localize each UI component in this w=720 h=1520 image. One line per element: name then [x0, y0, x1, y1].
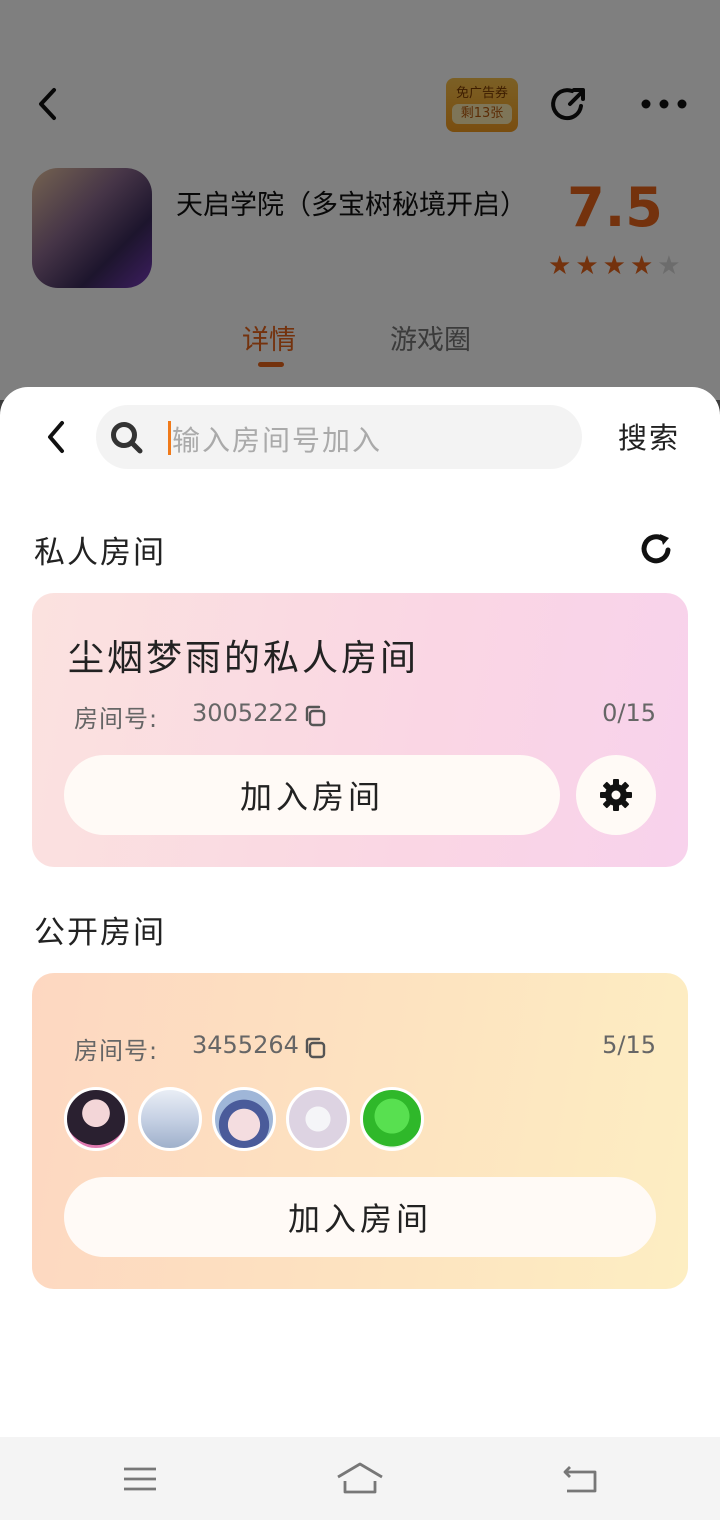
- room-occupancy: 5/15: [602, 1031, 656, 1059]
- refresh-icon: [641, 534, 671, 564]
- refresh-button[interactable]: [636, 529, 676, 569]
- room-settings-button[interactable]: [576, 755, 656, 835]
- home-button[interactable]: [332, 1457, 388, 1499]
- avatar[interactable]: [138, 1087, 202, 1151]
- avatar[interactable]: [64, 1087, 128, 1151]
- text-caret: [168, 421, 171, 455]
- room-search-input[interactable]: 输入房间号加入: [96, 405, 582, 469]
- avatar[interactable]: [360, 1087, 424, 1151]
- chevron-left-icon: [48, 421, 64, 453]
- room-name: 尘烟梦雨的私人房间: [68, 638, 420, 679]
- private-rooms-title: 私人房间: [34, 535, 166, 571]
- room-id-label: 房间号:: [74, 705, 159, 733]
- room-sheet: 输入房间号加入 搜索 私人房间 尘烟梦雨的私人房间 房间号: 3005222 0…: [0, 387, 720, 1437]
- public-room-card: 房间号: 3455264 5/15 加入房间: [32, 973, 688, 1289]
- search-icon: [111, 422, 143, 454]
- room-id: 3005222: [192, 699, 299, 727]
- avatar[interactable]: [286, 1087, 350, 1151]
- search-placeholder: 输入房间号加入: [172, 424, 383, 457]
- gear-icon: [600, 779, 632, 811]
- home-icon: [337, 1462, 383, 1494]
- system-nav-bar: [0, 1437, 720, 1520]
- private-room-card: 尘烟梦雨的私人房间 房间号: 3005222 0/15 加入房间: [32, 593, 688, 867]
- room-id: 3455264: [192, 1031, 299, 1059]
- avatar[interactable]: [212, 1087, 276, 1151]
- join-room-button[interactable]: 加入房间: [64, 755, 560, 835]
- room-id-label: 房间号:: [74, 1037, 159, 1065]
- copy-icon[interactable]: [302, 1035, 328, 1061]
- system-back-button[interactable]: [556, 1459, 604, 1499]
- menu-icon: [124, 1467, 156, 1491]
- copy-icon[interactable]: [302, 703, 328, 729]
- room-occupancy: 0/15: [602, 699, 656, 727]
- back-arrow-icon: [563, 1466, 597, 1493]
- member-avatars: [64, 1087, 424, 1151]
- search-button[interactable]: 搜索: [618, 415, 680, 457]
- public-rooms-title: 公开房间: [34, 915, 166, 951]
- join-room-button[interactable]: 加入房间: [64, 1177, 656, 1257]
- recent-apps-button[interactable]: [116, 1461, 164, 1497]
- sheet-back-button[interactable]: [36, 417, 76, 457]
